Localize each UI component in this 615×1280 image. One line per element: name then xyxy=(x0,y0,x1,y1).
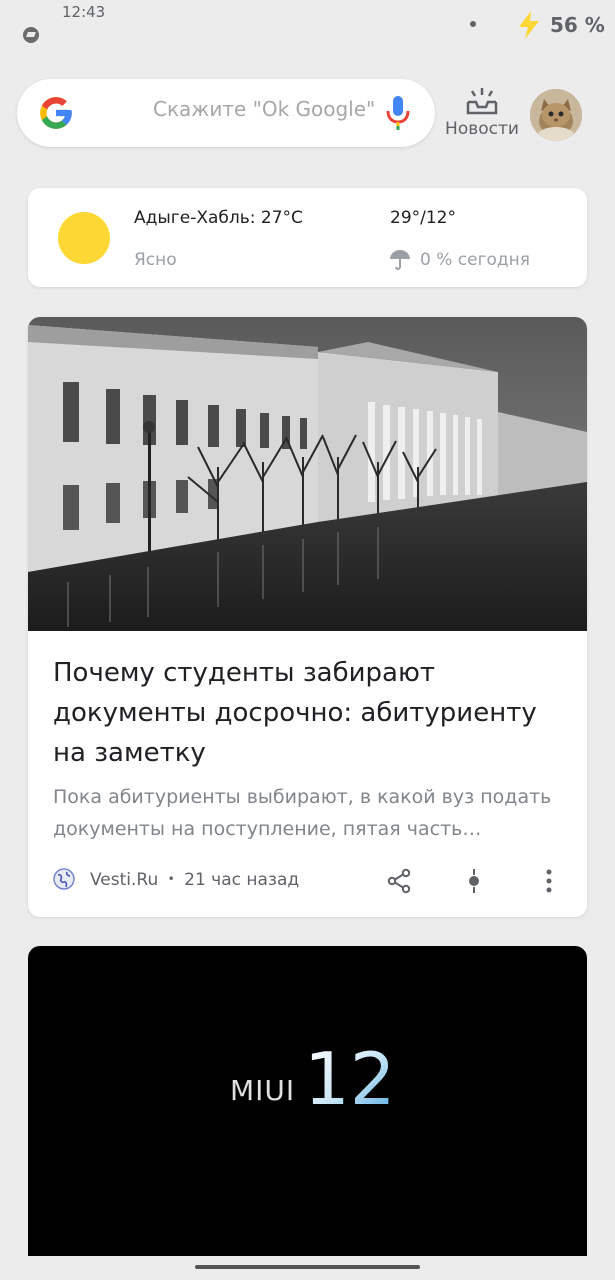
share-icon[interactable] xyxy=(385,867,413,895)
search-bar[interactable]: Скажите "Ok Google" xyxy=(17,79,435,147)
battery-level: 56 % xyxy=(550,13,605,37)
globe-icon xyxy=(53,868,75,890)
follow-icon[interactable] xyxy=(464,867,484,895)
news-card[interactable]: Почему студенты забирают документы досро… xyxy=(28,317,587,917)
telegram-icon xyxy=(23,27,39,43)
search-input[interactable]: Скажите "Ok Google" xyxy=(153,97,385,121)
weather-temperature-range: 29°/12° xyxy=(390,208,456,228)
miui-logo: MIUI 12 xyxy=(230,1037,390,1114)
avatar[interactable] xyxy=(530,89,582,141)
status-time: 12:43 xyxy=(62,3,106,21)
avatar-cat xyxy=(530,89,582,141)
weather-location: Адыге-Хабль: 27°C xyxy=(134,208,303,228)
dot-icon xyxy=(470,21,476,27)
umbrella-icon xyxy=(390,250,410,270)
news-image[interactable] xyxy=(28,317,587,631)
weather-precipitation: 0 % сегодня xyxy=(420,250,531,270)
charging-bolt-icon xyxy=(519,11,539,39)
news-title[interactable]: Почему студенты забирают документы досро… xyxy=(53,653,568,773)
news-inbox-icon xyxy=(466,88,498,115)
status-bar: 12:43 56 % xyxy=(0,0,615,50)
microphone-icon[interactable] xyxy=(385,95,411,131)
news-source[interactable]: Vesti.Ru xyxy=(90,870,158,890)
news-separator: • xyxy=(167,872,175,886)
sun-icon xyxy=(58,212,110,264)
navigation-handle[interactable] xyxy=(195,1265,420,1269)
news-label: Новости xyxy=(445,119,519,139)
weather-card[interactable]: Адыге-Хабль: 27°C Ясно 29°/12° 0 % сегод… xyxy=(28,188,587,287)
miui-brand: MIUI xyxy=(230,1074,295,1107)
more-vert-icon[interactable] xyxy=(539,867,559,895)
video-card[interactable]: MIUI 12 xyxy=(28,946,587,1276)
google-logo-icon xyxy=(40,97,72,129)
miui-version: 12 xyxy=(304,1037,390,1114)
news-time: 21 час назад xyxy=(184,870,300,890)
news-snippet: Пока абитуриенты выбирают, в какой вуз п… xyxy=(53,786,552,840)
news-button[interactable]: Новости xyxy=(440,86,524,146)
weather-condition: Ясно xyxy=(134,250,177,270)
news-source-row: Vesti.Ru • 21 час назад xyxy=(90,870,299,890)
